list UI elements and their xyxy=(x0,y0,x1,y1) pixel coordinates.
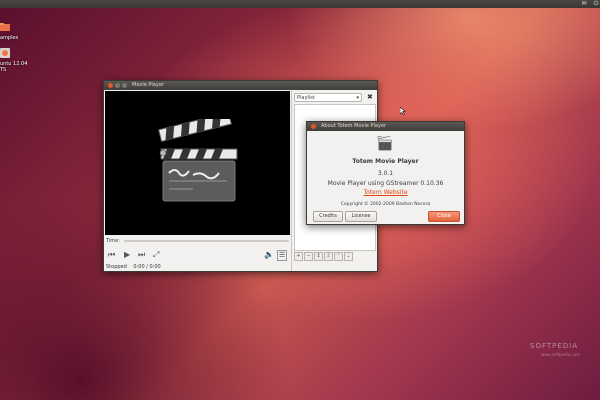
softpedia-watermark-url: www.softpedia.com xyxy=(541,352,581,357)
mail-icon[interactable]: ✉ xyxy=(580,1,588,7)
credits-button[interactable]: Credits xyxy=(313,211,343,222)
app-description: Movie Player using GStreamer 0.10.36 xyxy=(327,180,444,187)
desktop-icon-label: amples xyxy=(0,35,19,41)
move-up-button[interactable]: ⌃ xyxy=(334,252,343,261)
desktop-icon-label: untu 12.04 TS xyxy=(0,61,28,73)
next-icon[interactable]: ⏭ xyxy=(138,249,145,261)
mouse-cursor-icon xyxy=(400,107,406,116)
disc-icon xyxy=(0,48,10,58)
clapperboard-icon xyxy=(377,136,392,151)
website-link[interactable]: Totem Website xyxy=(307,189,464,196)
seek-slider[interactable] xyxy=(124,240,289,242)
dialog-close-button[interactable] xyxy=(311,124,316,129)
playlist-toolbar: + − ↕ ⇩ ⌃ ⌄ xyxy=(294,252,354,261)
window-minimize-button[interactable] xyxy=(115,83,120,88)
movie-player-titlebar[interactable]: Movie Player xyxy=(104,81,377,90)
app-name: Totem Movie Player xyxy=(352,158,419,165)
time-label: Time: xyxy=(106,238,120,244)
about-dialog: About Totem Movie Player Totem Movie Pla… xyxy=(306,121,465,225)
add-button[interactable]: + xyxy=(294,252,303,261)
copyright-text: Copyright © 2002-2009 Bastien Nocera xyxy=(340,202,431,207)
clapperboard-icon xyxy=(158,119,238,202)
close-icon[interactable]: ✖ xyxy=(367,93,373,101)
desktop-icon-ubuntu-disc[interactable]: untu 12.04 TS xyxy=(0,48,30,73)
license-button[interactable]: License xyxy=(345,211,377,222)
video-area[interactable] xyxy=(105,91,290,235)
window-title: Movie Player xyxy=(132,82,164,88)
sort-button[interactable]: ↕ xyxy=(314,252,323,261)
playlist-combo-value: Playlist xyxy=(297,95,315,101)
fullscreen-icon[interactable]: ⤢ xyxy=(153,249,159,261)
volume-icon[interactable]: 🔈 xyxy=(264,249,274,261)
window-close-button[interactable] xyxy=(108,83,113,88)
move-down-button[interactable]: ⌄ xyxy=(344,252,353,261)
window-maximize-button[interactable] xyxy=(122,83,127,88)
save-button[interactable]: ⇩ xyxy=(324,252,333,261)
remove-button[interactable]: − xyxy=(304,252,313,261)
desktop-icon-examples[interactable]: amples xyxy=(0,22,30,41)
softpedia-watermark: SOFTPEDIA xyxy=(530,342,579,350)
power-icon[interactable]: ⏻ xyxy=(592,1,600,7)
top-panel: ✉ ⏻ xyxy=(0,0,600,8)
app-version: 3.0.1 xyxy=(377,170,394,177)
play-icon[interactable]: ▶ xyxy=(124,249,130,261)
playback-controls: ⏮ ▶ ⏭ ⤢ 🔈 ☰ xyxy=(106,249,289,261)
chevron-down-icon: ▾ xyxy=(356,95,359,101)
dialog-title: About Totem Movie Player xyxy=(321,123,387,129)
folder-icon xyxy=(0,23,10,31)
previous-icon[interactable]: ⏮ xyxy=(108,249,115,261)
time-display: 0:00 / 0:00 xyxy=(133,264,161,270)
status-bar: Stopped 0:00 / 0:00 xyxy=(106,264,161,270)
time-row: Time: xyxy=(106,238,289,244)
playlist-toggle-icon[interactable]: ☰ xyxy=(277,250,288,261)
about-titlebar[interactable]: About Totem Movie Player xyxy=(307,122,464,131)
close-button[interactable]: Close xyxy=(428,211,460,222)
playlist-combo[interactable]: Playlist ▾ xyxy=(294,93,362,102)
status-text: Stopped xyxy=(106,264,127,270)
